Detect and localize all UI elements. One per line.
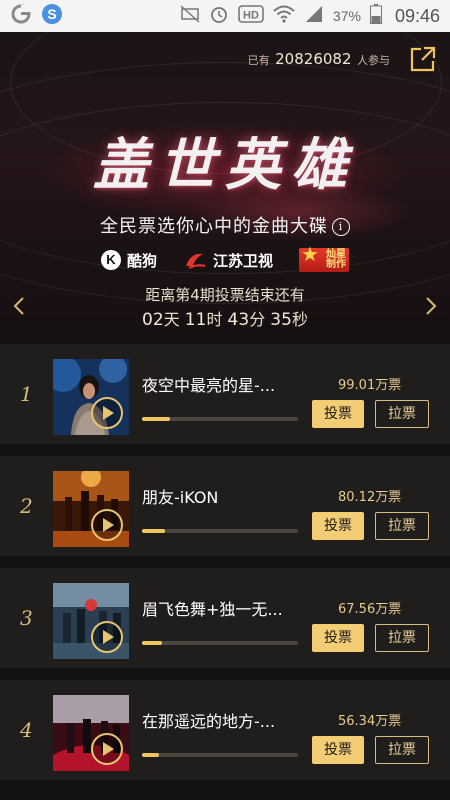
vote-count: 56.34万票 [338,714,402,729]
info-icon[interactable]: i [332,218,350,236]
vote-progress-bar [142,529,298,533]
play-icon[interactable] [91,733,123,765]
song-thumbnail[interactable] [53,471,129,547]
chevron-right-icon [426,297,437,315]
app-notification-icon [10,3,32,30]
vote-count: 80.12万票 [338,490,402,505]
cellular-signal-icon [304,5,324,28]
song-row: 2 朋友-iKON 80.12万票 投票 拉票 [0,456,450,556]
canvass-button[interactable]: 拉票 [375,624,429,652]
vote-progress-bar [142,753,298,757]
battery-icon [369,3,382,29]
vote-count: 67.56万票 [338,602,402,617]
song-row: 1 夜空中最亮的星-... 99.01万票 投票 拉票 [0,344,450,444]
mute-icon [180,4,200,28]
vote-button[interactable]: 投票 [312,736,364,764]
svg-text:S: S [47,6,56,22]
status-bar: S HD 37% 09:46 [0,0,450,32]
play-icon[interactable] [91,509,123,541]
song-title: 朋友-iKON [142,488,219,507]
battery-percent: 37% [332,8,361,24]
canvass-button[interactable]: 拉票 [375,512,429,540]
song-title: 夜空中最亮的星-... [142,376,276,395]
song-row: 3 眉飞色舞+独一无... 67.56万票 投票 拉票 [0,568,450,668]
song-row: 4 在那遥远的地方-... 56.34万票 投票 拉票 [0,680,450,780]
canvass-button[interactable]: 拉票 [375,400,429,428]
campaign-subtitle: 全民票选你心中的金曲大碟 i [0,212,450,238]
rank-number: 1 [20,382,33,406]
sync-app-icon: S [41,3,63,30]
song-thumbnail[interactable] [53,583,129,659]
canvass-button[interactable]: 拉票 [375,736,429,764]
canxing-logo: ★ 灿星 制作 [299,242,350,272]
share-button[interactable] [410,46,436,76]
clock: 09:46 [394,5,440,26]
vote-progress-bar [142,417,298,421]
participants-count: 已有 20826082 人参与 [247,50,390,68]
share-icon [410,46,436,72]
jiangsu-tv-logo: 江苏卫视 [183,250,273,271]
play-icon[interactable] [91,397,123,429]
previous-period-button[interactable] [12,296,26,320]
vote-button[interactable]: 投票 [312,400,364,428]
song-ranking-list: 1 夜空中最亮的星-... 99.01万票 投票 拉票 2 朋友-iKON 80… [0,344,450,792]
chevron-left-icon [13,297,24,315]
vote-progress-bar [142,641,298,645]
campaign-banner: 已有 20826082 人参与 盖世英雄 全民票选你心中的金曲大碟 i K 酷狗 … [0,32,450,344]
svg-text:HD: HD [243,9,259,21]
vote-count: 99.01万票 [338,378,402,393]
play-icon[interactable] [91,621,123,653]
kugou-logo: K 酷狗 [100,250,157,271]
rank-number: 4 [20,718,33,742]
sponsor-logos: K 酷狗 江苏卫视 ★ 灿星 制作 [0,242,450,272]
song-thumbnail[interactable] [53,359,129,435]
countdown-timer: 02天 11时 43分 35秒 [142,310,308,330]
next-period-button[interactable] [424,296,438,320]
jiangsu-tv-mark-icon [186,253,206,269]
rank-number: 2 [20,494,33,518]
hd-icon: HD [238,4,264,28]
song-title: 眉飞色舞+独一无... [142,600,283,619]
wifi-icon [273,5,295,28]
alarm-icon [209,4,229,29]
countdown-label: 距离第4期投票结束还有 [145,286,305,304]
song-title: 在那遥远的地方-... [142,712,276,731]
vote-button[interactable]: 投票 [312,624,364,652]
campaign-title: 盖世英雄 [93,132,357,198]
vote-button[interactable]: 投票 [312,512,364,540]
star-icon: ★ [301,242,319,266]
song-thumbnail[interactable] [53,695,129,771]
kugou-mark-icon: K [100,250,121,270]
rank-number: 3 [20,606,33,630]
